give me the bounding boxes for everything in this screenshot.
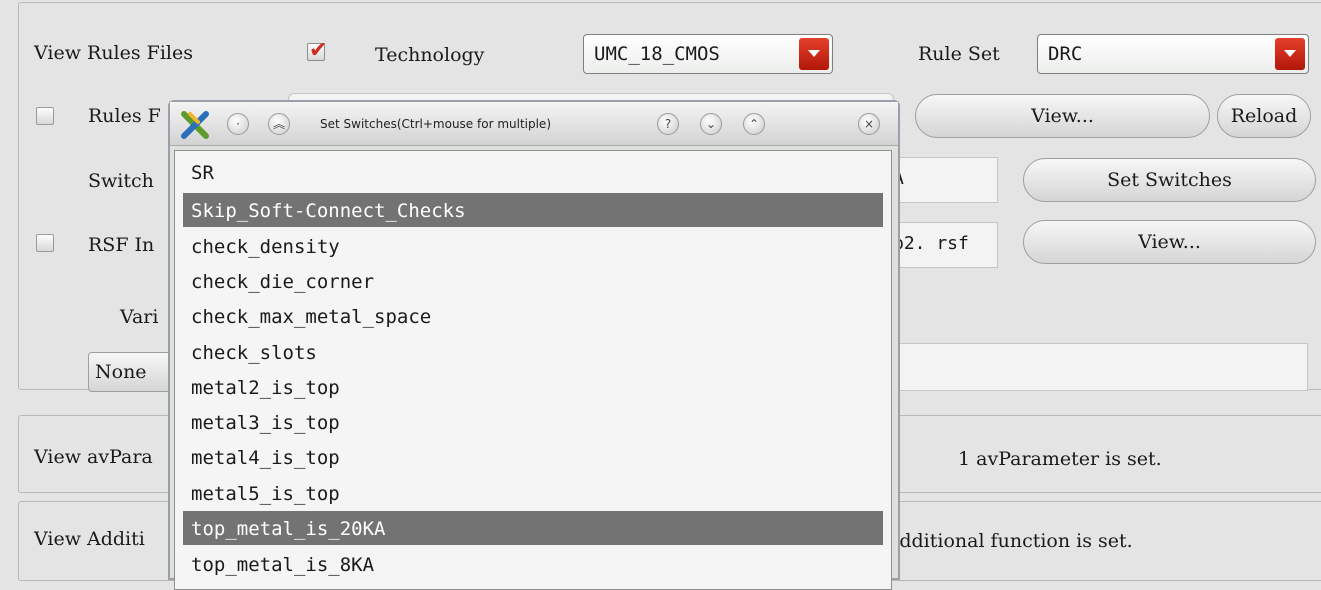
set-switches-button[interactable]: Set Switches bbox=[1023, 158, 1316, 202]
av-params-label: View avPara bbox=[34, 446, 153, 468]
checkmark-icon: ✔ bbox=[309, 38, 328, 63]
list-item-top-metal-is-20ka[interactable]: top_metal_is_20KA bbox=[183, 511, 883, 545]
switch-field[interactable]: A bbox=[888, 157, 998, 203]
variables-field[interactable] bbox=[888, 343, 1308, 391]
list-item-metal4-is-top[interactable]: metal4_is_top bbox=[183, 440, 883, 474]
maximize-icon[interactable]: ⌃ bbox=[743, 113, 765, 135]
rsf-label: RSF In bbox=[88, 234, 155, 256]
list-item-check-density[interactable]: check_density bbox=[183, 229, 883, 263]
list-item-metal3-is-top[interactable]: metal3_is_top bbox=[183, 405, 883, 439]
list-item-skip-soft-connect-checks[interactable]: Skip_Soft-Connect_Checks bbox=[183, 193, 883, 227]
menu-circle-icon[interactable]: · bbox=[227, 113, 249, 135]
rule-set-value: DRC bbox=[1048, 43, 1083, 65]
set-switches-dialog: · ︽ Set Switches(Ctrl+mouse for multiple… bbox=[168, 100, 900, 590]
av-params-status: 1 avParameter is set. bbox=[958, 448, 1162, 470]
list-item-check-die-corner[interactable]: check_die_corner bbox=[183, 264, 883, 298]
list-item-sr[interactable]: SR bbox=[183, 155, 883, 189]
list-item-check-max-metal-space[interactable]: check_max_metal_space bbox=[183, 299, 883, 333]
additional-status: additional function is set. bbox=[888, 530, 1133, 552]
switches-listbox[interactable]: SR Skip_Soft-Connect_Checks check_densit… bbox=[174, 150, 892, 590]
shade-double-up-icon[interactable]: ︽ bbox=[268, 113, 290, 135]
rsf-checkbox[interactable] bbox=[36, 234, 54, 252]
technology-value: UMC_18_CMOS bbox=[594, 43, 720, 65]
technology-label: Technology bbox=[375, 44, 485, 66]
rules-file-checkbox[interactable] bbox=[36, 107, 54, 125]
variables-label: Vari bbox=[120, 306, 159, 328]
close-icon[interactable]: × bbox=[858, 113, 880, 135]
rule-set-select[interactable]: DRC bbox=[1037, 34, 1309, 74]
rsf-view-button[interactable]: View... bbox=[1023, 220, 1316, 264]
minimize-icon[interactable]: ⌄ bbox=[700, 113, 722, 135]
view-rules-button[interactable]: View... bbox=[915, 94, 1210, 138]
view-rules-files-checkbox[interactable]: ✔ bbox=[307, 38, 327, 63]
rules-file-label: Rules F bbox=[88, 105, 161, 127]
switch-label: Switch bbox=[88, 170, 154, 192]
chevron-down-icon bbox=[1275, 38, 1305, 70]
view-rules-files-label: View Rules Files bbox=[34, 42, 193, 64]
rsf-field[interactable]: p2. rsf bbox=[888, 222, 998, 268]
dialog-title: Set Switches(Ctrl+mouse for multiple) bbox=[320, 117, 551, 131]
additional-label: View Additi bbox=[34, 528, 145, 550]
rsf-value: p2. rsf bbox=[893, 233, 969, 254]
list-item-metal2-is-top[interactable]: metal2_is_top bbox=[183, 370, 883, 404]
help-icon[interactable]: ? bbox=[657, 113, 679, 135]
list-item-metal5-is-top[interactable]: metal5_is_top bbox=[183, 476, 883, 510]
list-item-check-slots[interactable]: check_slots bbox=[183, 335, 883, 369]
chevron-down-icon bbox=[799, 38, 829, 70]
technology-select[interactable]: UMC_18_CMOS bbox=[583, 34, 833, 74]
app-logo-icon bbox=[180, 110, 210, 140]
reload-button[interactable]: Reload bbox=[1217, 94, 1311, 138]
rule-set-label: Rule Set bbox=[918, 43, 1000, 65]
list-item-top-metal-is-8ka[interactable]: top_metal_is_8KA bbox=[183, 547, 883, 581]
dialog-titlebar[interactable]: · ︽ Set Switches(Ctrl+mouse for multiple… bbox=[170, 102, 898, 146]
